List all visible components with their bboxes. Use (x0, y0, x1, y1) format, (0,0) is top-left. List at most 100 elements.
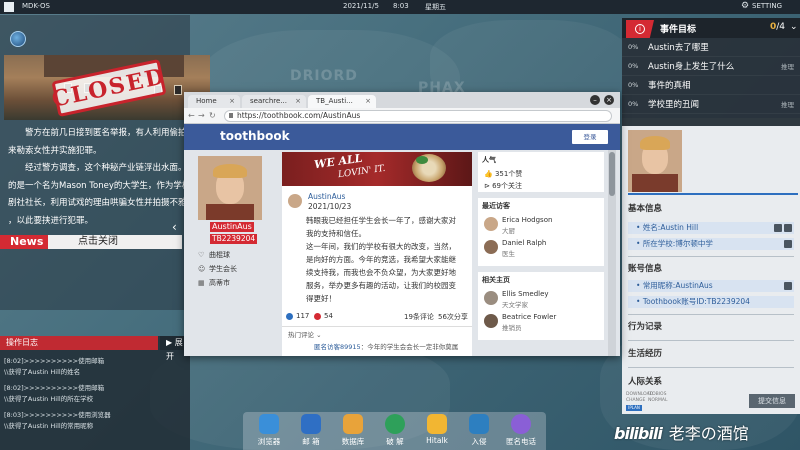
status-weekday: 星期五 (425, 3, 446, 11)
info-row-account-id[interactable]: • Toothbook账号ID:TB2239204 (628, 296, 794, 308)
collapse-icon[interactable]: ⌄ (790, 22, 798, 32)
post-author[interactable]: AustinAus (308, 192, 345, 201)
like-icon[interactable] (286, 313, 293, 320)
news-label: News (0, 235, 48, 249)
post-body: 韩眼我已经担任学生会长一年了，感谢大家对 我的支持和信任。 这一年间，我们的学校… (306, 216, 456, 303)
related-title: 相关主页 (482, 276, 510, 284)
site-logo[interactable]: toothbook (220, 129, 290, 143)
tab-profile[interactable]: TB_Austi... × (308, 95, 376, 108)
news-paragraph: 警方在前几日接到匿名举报，有人利用偷拍 (25, 128, 187, 138)
objectives-panel: i 事件目标 0/4 ⌄ 0% Austin去了哪里 0% Austin身上发生… (622, 18, 800, 118)
visitor-item[interactable]: Erica Hodgson 大厨 (478, 214, 604, 237)
comment-count[interactable]: 19条评论 (404, 312, 434, 322)
objective-item[interactable]: 0% 事件的真相 (622, 76, 800, 95)
page-scrollbar[interactable] (608, 150, 616, 356)
setting-button[interactable]: SETTING (752, 2, 782, 10)
news-bar: News 点击关闭 (0, 235, 182, 249)
dock-browser[interactable]: 浏览器 (251, 414, 287, 447)
info-row-school[interactable]: • 所在学校:博尔顿中学 (628, 238, 794, 250)
info-icon: i (626, 20, 654, 38)
visitor-avatar (484, 217, 498, 231)
related-avatar (484, 291, 498, 305)
dock-crack[interactable]: 破 解 (377, 414, 413, 447)
objective-item[interactable]: 0% Austin身上发生了什么 推理 (622, 57, 800, 76)
dock-database[interactable]: 数据库 (335, 414, 371, 447)
info-row-nickname[interactable]: • 常用昵称:AustinAus (628, 280, 794, 292)
gear-icon[interactable]: ⚙ (741, 1, 749, 11)
objective-percent: 0% (628, 43, 639, 51)
objective-text: Austin身上发生了什么 (648, 62, 735, 72)
visitor-avatar (484, 240, 498, 254)
user-avatar (198, 156, 262, 220)
ad-banner[interactable]: WE ALL LOVIN' IT. (282, 152, 472, 186)
person-icon: ☺ (198, 265, 206, 273)
tiny-tag: NORMAL (648, 398, 668, 403)
heart-icon[interactable] (314, 313, 321, 320)
tab-home[interactable]: Home × (188, 95, 240, 108)
submit-info-button[interactable]: 提交信息 (749, 394, 795, 408)
visitor-name: Daniel Ralph (502, 239, 547, 247)
hot-comments-toggle[interactable]: 热门评论 ⌄ (288, 329, 322, 339)
news-article: 警方在前几日接到匿名举报，有人利用偷拍 来勒索女性并实施犯罪。 经过警方调查，这… (8, 125, 194, 230)
chevron-left-icon[interactable]: ‹ (172, 220, 177, 234)
objectives-title: 事件目标 (660, 25, 697, 35)
minimize-icon[interactable]: – (590, 95, 600, 105)
dock-anon-call[interactable]: 匿名电话 (503, 414, 539, 447)
section-relations[interactable]: 人际关系 (628, 375, 662, 387)
visitors-title: 最近访客 (482, 202, 510, 210)
section-life[interactable]: 生活经历 (628, 347, 662, 359)
log-line: \\获得了Austin Hill的所在学校 (4, 394, 94, 403)
browser-window: Home × searchre... × TB_Austi... × – × ← → … (184, 92, 620, 356)
user-meta-role: ☺ 学生会长 (198, 265, 237, 273)
popularity-title: 人气 (482, 156, 496, 164)
doc-icon[interactable] (784, 240, 792, 248)
close-icon[interactable]: × (365, 95, 371, 108)
phone-icon (511, 414, 531, 434)
objective-percent: 0% (628, 81, 639, 89)
dock-mail[interactable]: 邮 箱 (293, 414, 329, 447)
refresh-icon[interactable]: ↻ (209, 111, 216, 120)
objective-percent: 0% (628, 62, 639, 70)
objectives-count: 0/4 (770, 22, 786, 32)
objective-item[interactable]: 0% Austin去了哪里 (622, 38, 800, 57)
close-icon[interactable]: × (229, 95, 235, 108)
section-behavior[interactable]: 行为记录 (628, 320, 662, 332)
user-name: AustinAus (210, 222, 254, 232)
forward-icon[interactable]: → (198, 111, 205, 120)
tab-search[interactable]: searchre... × (242, 95, 306, 108)
tab-strip: Home × searchre... × TB_Austi... × – × (184, 92, 620, 108)
hook-icon (469, 414, 489, 434)
news-paragraph: 来勒索女性并实施犯罪。 (8, 145, 102, 156)
app-dock: 浏览器 邮 箱 数据库 破 解 Hitalk 入侵 匿名电话 (243, 412, 546, 450)
heart-icon: ♡ (198, 251, 205, 259)
dock-hitalk[interactable]: Hitalk (419, 414, 455, 445)
doc-icon[interactable] (784, 224, 792, 232)
back-icon[interactable]: ← (188, 111, 195, 120)
os-logo-icon (4, 2, 14, 12)
objective-item[interactable]: 0% 学校里的丑闻 推理 (622, 95, 800, 114)
status-date: 2021/11/5 (343, 2, 379, 10)
login-button[interactable]: 登录 (572, 130, 608, 144)
related-item[interactable]: Beatrice Fowler 推销员 (478, 311, 604, 334)
mail-icon (301, 414, 321, 434)
user-meta-city: ▦ 高蒂市 (198, 279, 230, 287)
info-row-name[interactable]: • 姓名:Austin Hill (628, 222, 794, 234)
url-bar[interactable]: https://toothbook.com/AustinAus (224, 110, 612, 122)
building-icon: ▦ (198, 279, 205, 287)
dock-intrude[interactable]: 入侵 (461, 414, 497, 447)
close-icon[interactable]: × (295, 95, 301, 108)
edit-icon[interactable] (774, 224, 782, 232)
news-close-button[interactable]: 点击关闭 (48, 235, 182, 249)
oplog-title: 操作日志 (0, 336, 158, 350)
share-count[interactable]: 56次分享 (438, 312, 468, 322)
post-date: 2021/10/23 (308, 202, 352, 211)
related-role: 推销员 (502, 324, 522, 332)
site-header: toothbook 登录 (184, 124, 620, 150)
browser-icon (259, 414, 279, 434)
visitor-item[interactable]: Daniel Ralph 医生 (478, 237, 604, 260)
doc-icon[interactable] (784, 282, 792, 290)
tiny-badge: IPLAN (626, 405, 642, 411)
os-name: MDK-OS (22, 2, 50, 10)
close-window-icon[interactable]: × (604, 95, 614, 105)
related-item[interactable]: Ellis Smedley 天文学家 (478, 288, 604, 311)
